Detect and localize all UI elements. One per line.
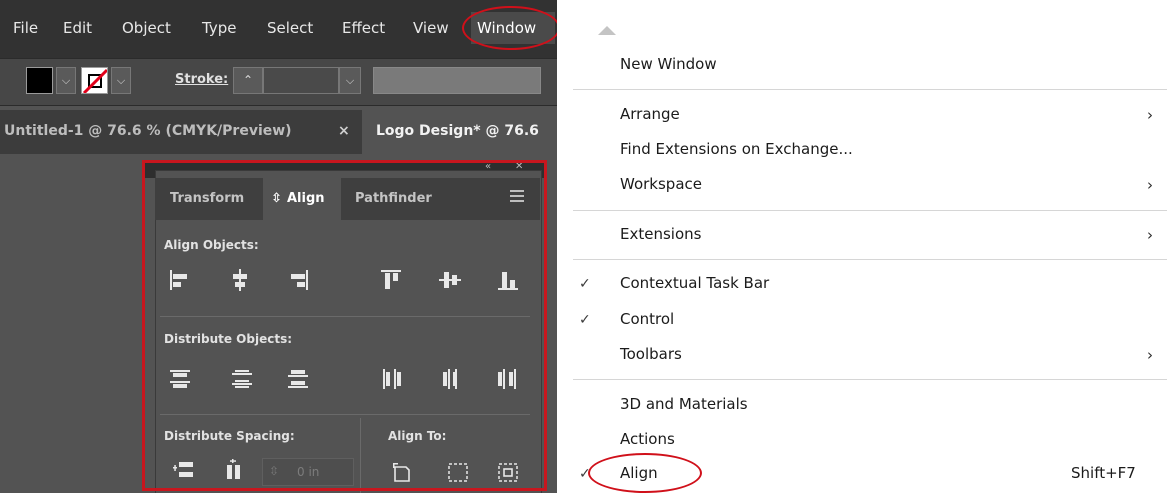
menu-separator (573, 210, 1167, 211)
menu-object[interactable]: Object (122, 19, 171, 37)
menu-type[interactable]: Type (202, 19, 236, 37)
stroke-weight-input[interactable] (263, 67, 339, 94)
checkmark-icon: ✓ (579, 276, 591, 292)
variable-width-profile-field[interactable] (373, 67, 541, 94)
fill-dropdown-chevron-icon[interactable]: ⌵ (56, 67, 76, 94)
menu-view[interactable]: View (413, 19, 449, 37)
tab-close-icon[interactable]: × (338, 123, 350, 139)
menu-separator (573, 379, 1167, 380)
menu-item-toolbars[interactable]: Toolbars (620, 345, 682, 363)
fill-color-swatch[interactable] (26, 67, 53, 94)
submenu-chevron-icon: › (1147, 226, 1153, 244)
menu-item-find-extensions[interactable]: Find Extensions on Exchange... (620, 140, 853, 158)
menu-item-workspace[interactable]: Workspace (620, 175, 702, 193)
highlight-ellipse-align (588, 453, 702, 493)
menu-item-3d-and-materials[interactable]: 3D and Materials (620, 395, 748, 413)
highlight-box-align-panel (142, 160, 547, 491)
illustrator-window: File Edit Object Type Select Effect View… (0, 0, 557, 493)
menu-item-contextual-task-bar[interactable]: Contextual Task Bar (620, 274, 769, 292)
scroll-up-arrow-icon[interactable] (598, 26, 616, 35)
menu-edit[interactable]: Edit (63, 19, 92, 37)
menu-item-new-window[interactable]: New Window (620, 55, 717, 73)
highlight-ellipse-window (462, 6, 557, 50)
menu-item-actions[interactable]: Actions (620, 430, 675, 448)
submenu-chevron-icon: › (1147, 106, 1153, 124)
menu-effect[interactable]: Effect (342, 19, 385, 37)
menu-item-extensions[interactable]: Extensions (620, 225, 701, 243)
menu-file[interactable]: File (13, 19, 38, 37)
menu-select[interactable]: Select (267, 19, 313, 37)
tab-logo-design[interactable]: Logo Design* @ 76.6 (362, 110, 557, 154)
stroke-weight-spinner-icon[interactable]: ⌃ (233, 67, 263, 94)
tab-untitled-1[interactable]: Untitled-1 @ 76.6 % (CMYK/Preview) (0, 110, 362, 154)
stroke-weight-dropdown-chevron-icon[interactable]: ⌵ (339, 67, 361, 94)
menu-item-control[interactable]: Control (620, 310, 674, 328)
tab-logo-design-label: Logo Design* @ 76.6 (376, 123, 539, 139)
tab-untitled-1-label: Untitled-1 @ 76.6 % (CMYK/Preview) (4, 123, 292, 139)
submenu-chevron-icon: › (1147, 346, 1153, 364)
stroke-label[interactable]: Stroke: (175, 72, 228, 87)
checkmark-icon: ✓ (579, 312, 591, 328)
stroke-color-swatch[interactable] (81, 67, 108, 94)
menu-item-align-shortcut: Shift+F7 (1071, 464, 1136, 482)
submenu-chevron-icon: › (1147, 176, 1153, 194)
stroke-dropdown-chevron-icon[interactable]: ⌵ (111, 67, 131, 94)
menu-separator (573, 259, 1167, 260)
menu-separator (573, 89, 1167, 90)
no-stroke-icon (82, 68, 107, 93)
window-menu-dropdown (573, 0, 1167, 493)
menu-item-arrange[interactable]: Arrange (620, 105, 680, 123)
